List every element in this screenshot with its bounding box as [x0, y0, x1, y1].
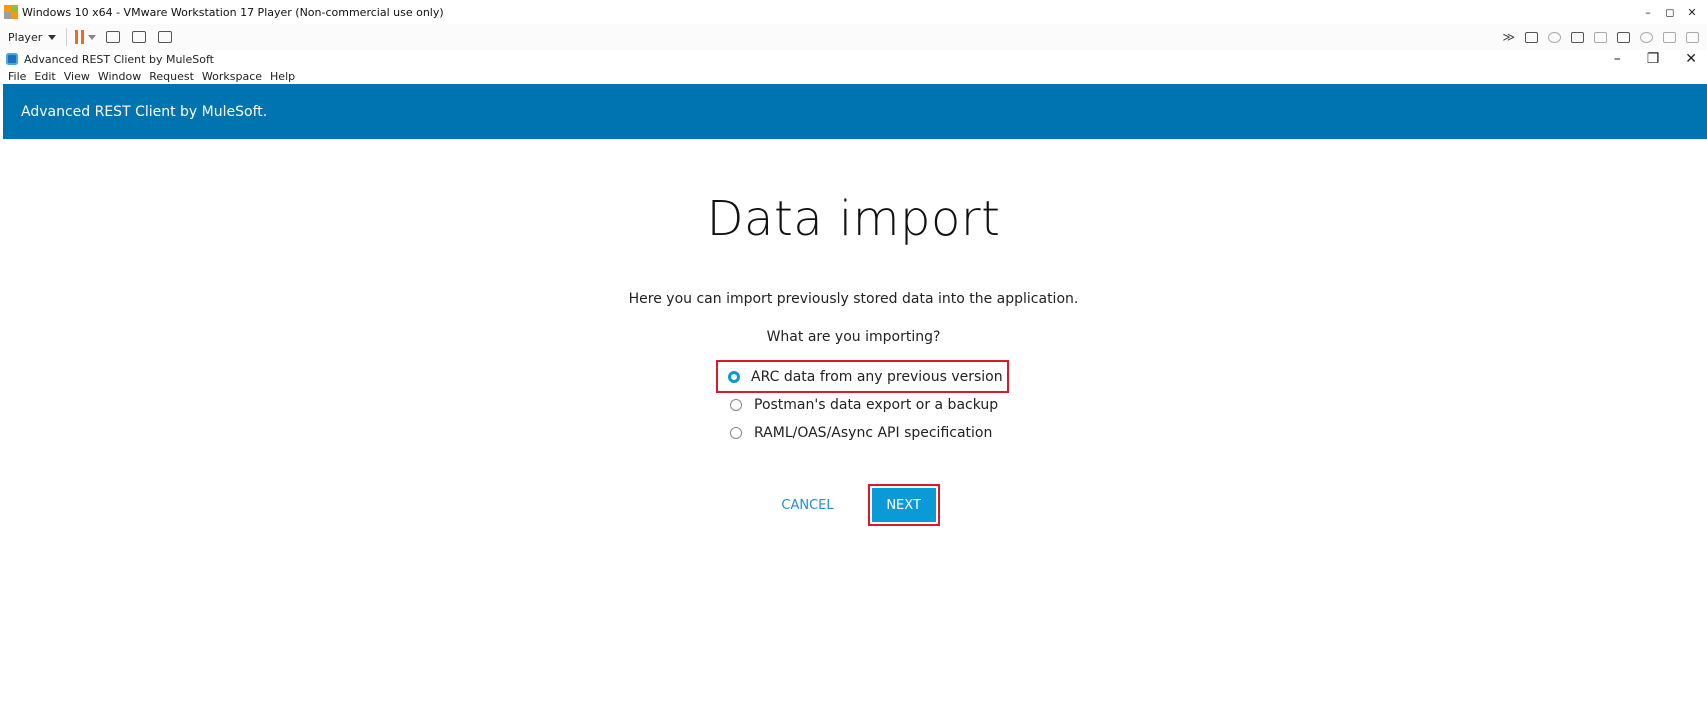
chevron-down-icon — [48, 34, 57, 40]
import-type-radio-group: ARC data from any previous version Postm… — [716, 360, 1023, 447]
sound-card-icon[interactable] — [1617, 31, 1630, 43]
camera-icon[interactable] — [1663, 31, 1676, 43]
app-minimize-button[interactable]: – — [1614, 51, 1621, 67]
printer-icon[interactable] — [1594, 31, 1607, 43]
pause-dropdown-icon[interactable] — [88, 34, 97, 40]
vmware-maximize-button[interactable]: ◻ — [1659, 6, 1681, 19]
app-window-title: Advanced REST Client by MuleSoft — [24, 52, 214, 66]
option-api-specification[interactable]: RAML/OAS/Async API specification — [730, 419, 1023, 447]
vmware-toolbar: Player ≫ — [0, 24, 1707, 51]
menu-help[interactable]: Help — [270, 70, 295, 83]
next-button-highlight: NEXT — [867, 484, 940, 526]
cd-dvd-icon[interactable] — [1548, 31, 1561, 43]
next-button[interactable]: NEXT — [871, 488, 936, 522]
expand-devices-icon[interactable]: ≫ — [1502, 30, 1515, 44]
cancel-button[interactable]: CANCEL — [767, 490, 847, 521]
app-titlebar: Advanced REST Client by MuleSoft — [0, 50, 1707, 68]
app-header-banner: Advanced REST Client by MuleSoft. — [3, 84, 1707, 139]
banner-title: Advanced REST Client by MuleSoft. — [21, 103, 268, 120]
radio-checked-icon[interactable] — [728, 370, 740, 383]
hard-disk-icon[interactable] — [1525, 31, 1538, 43]
menu-window[interactable]: Window — [98, 70, 141, 83]
unity-icon[interactable] — [158, 31, 173, 43]
import-description: Here you can import previously stored da… — [628, 291, 1079, 307]
menu-workspace[interactable]: Workspace — [202, 70, 262, 83]
dialog-actions: CANCEL NEXT — [0, 484, 1707, 526]
vmware-window-title: Windows 10 x64 - VMware Workstation 17 P… — [22, 5, 444, 19]
toolbar-divider — [66, 28, 68, 46]
option-label: Postman's data export or a backup — [754, 397, 999, 413]
option-label: ARC data from any previous version — [751, 368, 1003, 385]
radio-unchecked-icon[interactable] — [730, 427, 742, 439]
menu-edit[interactable]: Edit — [34, 70, 55, 83]
message-log-icon[interactable] — [1686, 31, 1699, 43]
option-arc-data[interactable]: ARC data from any previous version — [716, 360, 1009, 393]
player-menu-label: Player — [8, 30, 43, 44]
vmware-titlebar: Windows 10 x64 - VMware Workstation 17 P… — [0, 0, 1707, 25]
vmware-close-button[interactable]: ✕ — [1681, 6, 1703, 19]
radio-unchecked-icon[interactable] — [730, 399, 742, 411]
app-close-button[interactable]: ✕ — [1685, 51, 1697, 67]
menu-file[interactable]: File — [8, 70, 26, 83]
import-question: What are you importing? — [766, 329, 941, 345]
app-window-controls: – ❐ ✕ — [1614, 50, 1697, 68]
vmware-logo-icon — [4, 5, 18, 19]
vmware-window-controls: – ◻ ✕ — [1637, 0, 1703, 24]
data-import-page: Data import Here you can import previous… — [0, 139, 1707, 701]
menu-view[interactable]: View — [64, 70, 90, 83]
menu-request[interactable]: Request — [149, 70, 194, 83]
usb-icon[interactable] — [1640, 31, 1653, 43]
vmware-minimize-button[interactable]: – — [1637, 6, 1659, 19]
page-title: Data import — [706, 191, 1001, 247]
arc-app-icon — [6, 53, 18, 65]
send-ctrl-alt-del-icon[interactable] — [106, 31, 121, 43]
app-menubar: File Edit View Window Request Workspace … — [0, 68, 1707, 84]
full-screen-icon[interactable] — [132, 31, 147, 43]
network-adapter-icon[interactable] — [1571, 31, 1584, 43]
pause-icon[interactable] — [75, 30, 85, 44]
option-postman-export[interactable]: Postman's data export or a backup — [730, 391, 1023, 419]
device-status-icons: ≫ — [1502, 24, 1699, 50]
player-menu-button[interactable]: Player — [8, 30, 57, 44]
option-label: RAML/OAS/Async API specification — [754, 425, 993, 441]
app-restore-button[interactable]: ❐ — [1647, 51, 1660, 67]
